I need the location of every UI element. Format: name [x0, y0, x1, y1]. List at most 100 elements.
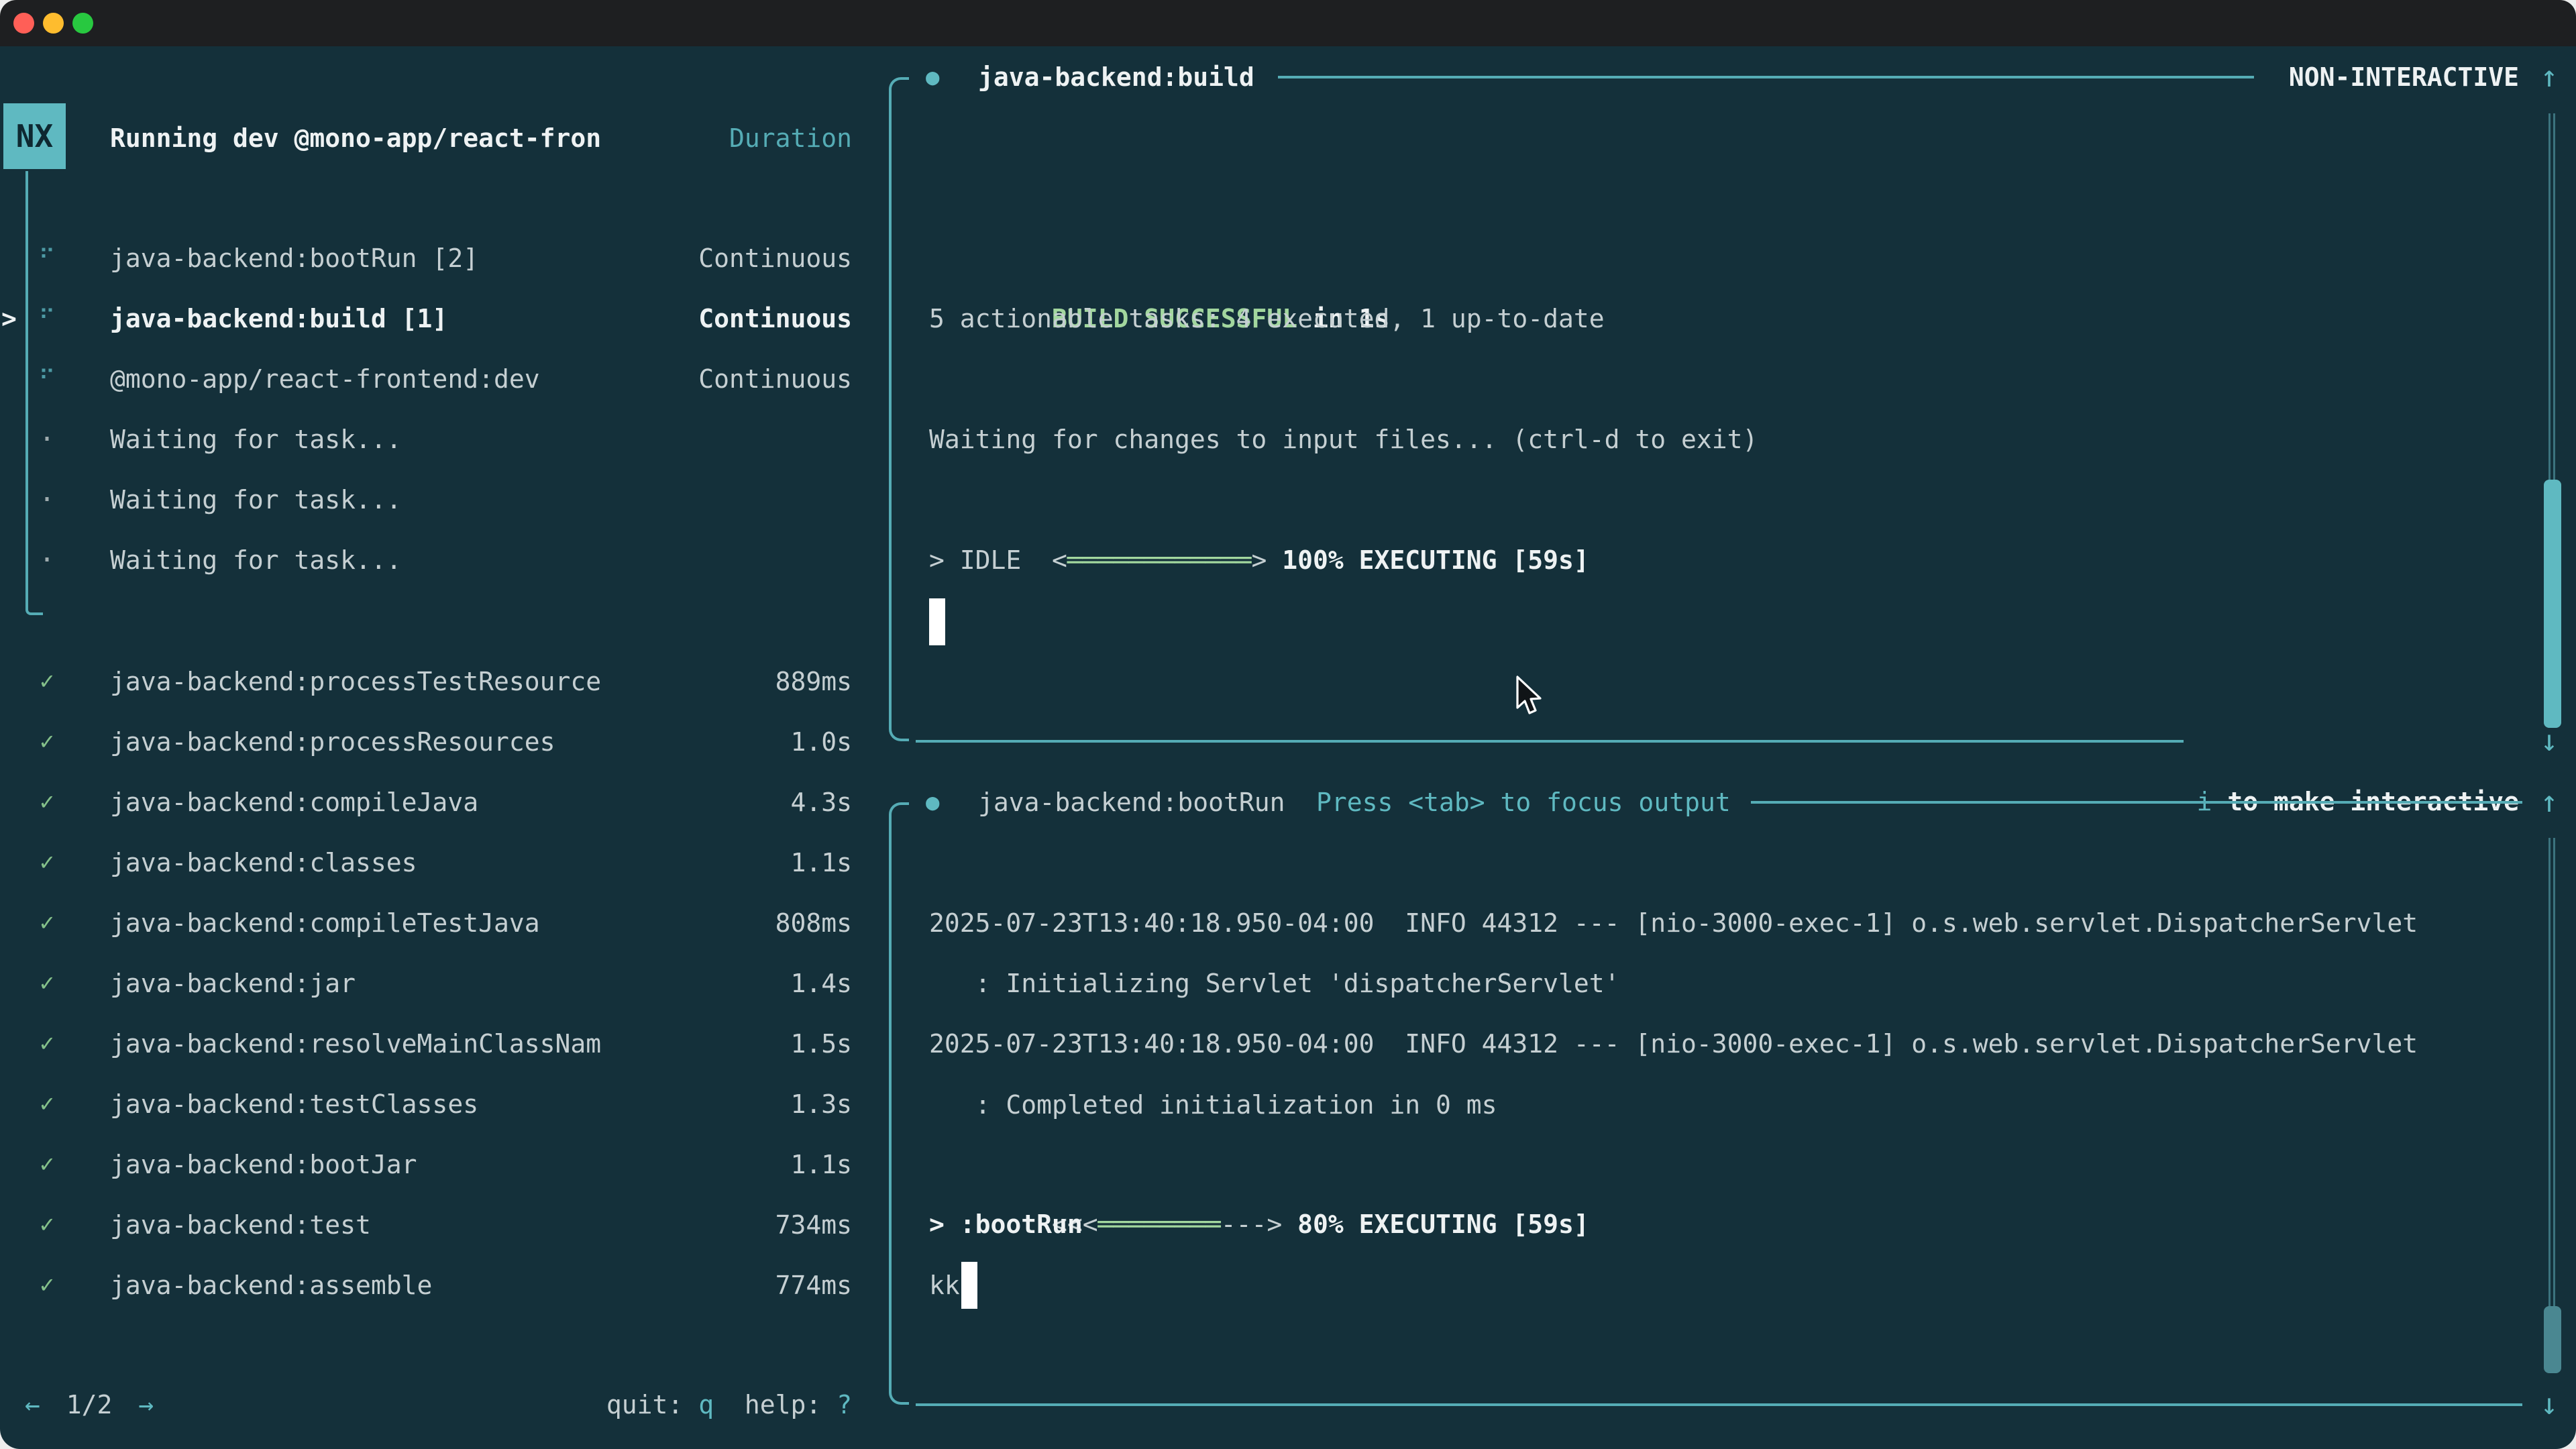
- task-sidebar: NX Running dev @mono-app/react-fron Dura…: [0, 46, 872, 1449]
- task-label: java-backend:compileJava: [110, 772, 478, 833]
- terminal-cursor: [929, 598, 945, 645]
- log-line: 2025-07-23T13:40:18.950-04:00 INFO 44312…: [929, 893, 2418, 953]
- task-duration: 774ms: [775, 1255, 852, 1316]
- task-duration: Continuous: [698, 349, 852, 409]
- task-duration: 1.3s: [790, 1074, 852, 1134]
- task-row[interactable]: ✓ java-backend:classes 1.1s: [0, 833, 872, 893]
- task-row[interactable]: ✓ java-backend:compileJava 4.3s: [0, 772, 872, 833]
- task-label: java-backend:resolveMainClassNam: [110, 1014, 601, 1074]
- quit-key: q: [698, 1375, 714, 1435]
- progress-cap-right: --->: [1221, 1210, 1283, 1239]
- run-command-title: Running dev @mono-app/react-fron: [110, 108, 729, 168]
- check-icon: ✓: [27, 1134, 67, 1195]
- task-label: java-backend:test: [110, 1195, 371, 1255]
- terminal-cursor: [961, 1262, 977, 1309]
- task-label: java-backend:processTestResource: [110, 651, 601, 712]
- check-icon: ✓: [27, 953, 67, 1014]
- progress-label: 80% EXECUTING [59s]: [1282, 1210, 1589, 1239]
- task-row[interactable]: ✓ java-backend:processResources 1.0s: [0, 712, 872, 772]
- task-duration: 1.5s: [790, 1014, 852, 1074]
- build-pane-footer-rule: [916, 740, 2184, 743]
- sidebar-header: Running dev @mono-app/react-fron Duratio…: [0, 108, 872, 168]
- task-duration: 889ms: [775, 651, 852, 712]
- task-label: java-backend:jar: [110, 953, 356, 1014]
- bootrun-scrollbar-track[interactable]: [2548, 838, 2555, 1368]
- task-row[interactable]: ✓ java-backend:processTestResource 889ms: [0, 651, 872, 712]
- task-row-selected[interactable]: ⠋ java-backend:build [1] Continuous: [0, 288, 872, 349]
- log-line: 2025-07-23T13:40:18.950-04:00 INFO 44312…: [929, 1014, 2418, 1074]
- progress-cap-left: <: [1052, 545, 1067, 575]
- task-label: java-backend:assemble: [110, 1255, 432, 1316]
- progress-fill: ════════════: [1067, 545, 1252, 575]
- focus-output-hint: Press <tab> to focus output: [1316, 772, 1731, 833]
- bootrun-pane-header-rule: [1751, 801, 2522, 804]
- quit-label: quit:: [606, 1375, 698, 1435]
- task-row[interactable]: ⠋ @mono-app/react-frontend:dev Continuou…: [0, 349, 872, 409]
- make-interactive-hint: i to make interactive: [2074, 711, 2519, 771]
- check-icon: ✓: [27, 651, 67, 712]
- task-duration: 1.1s: [790, 833, 852, 893]
- task-duration: Continuous: [698, 288, 852, 349]
- spinner-icon: ⠋: [27, 228, 67, 288]
- task-row[interactable]: ✓ java-backend:compileTestJava 808ms: [0, 893, 872, 953]
- task-duration: Continuous: [698, 228, 852, 288]
- task-row[interactable]: ✓ java-backend:bootJar 1.1s: [0, 1134, 872, 1195]
- running-task-list: ⠋ java-backend:bootRun [2] Continuous ⠋ …: [0, 228, 872, 590]
- scroll-up-icon[interactable]: ↑: [2526, 47, 2573, 107]
- task-row[interactable]: ✓ java-backend:assemble 774ms: [0, 1255, 872, 1316]
- titlebar: [0, 0, 2576, 46]
- gradle-progress-bar: <<<════════---> 80% EXECUTING [59s]: [929, 1134, 1589, 1194]
- check-icon: ✓: [27, 772, 67, 833]
- task-row[interactable]: ✓ java-backend:testClasses 1.3s: [0, 1074, 872, 1134]
- idle-prompt-line: > IDLE: [929, 530, 1021, 590]
- scroll-up-icon[interactable]: ↑: [2526, 772, 2573, 833]
- spinner-icon: ⠋: [27, 349, 67, 409]
- terminal-window: NX Running dev @mono-app/react-fron Dura…: [0, 0, 2576, 1449]
- build-pane-header-rule: [1278, 76, 2254, 78]
- scroll-down-icon[interactable]: ↓: [2526, 1375, 2573, 1435]
- build-scrollbar-thumb[interactable]: [2544, 480, 2561, 728]
- build-result-line: BUILD SUCCESSFUL in 1s: [929, 228, 1389, 288]
- maximize-button[interactable]: [72, 13, 93, 34]
- task-status-bullet: ●: [926, 47, 939, 107]
- close-button[interactable]: [13, 13, 34, 34]
- help-label: help:: [714, 1375, 837, 1435]
- task-label: Waiting for task...: [110, 530, 402, 590]
- user-input-text[interactable]: kk: [929, 1255, 960, 1316]
- task-label: @mono-app/react-frontend:dev: [110, 349, 540, 409]
- check-icon: ✓: [27, 833, 67, 893]
- progress-cap-right: >: [1251, 545, 1267, 575]
- waiting-dot-icon: ·: [27, 409, 67, 470]
- completed-task-list: ✓ java-backend:processTestResource 889ms…: [0, 651, 872, 1316]
- check-icon: ✓: [27, 893, 67, 953]
- bootrun-pane-border: [889, 802, 909, 1405]
- bootrun-scrollbar-thumb[interactable]: [2544, 1306, 2561, 1373]
- check-icon: ✓: [27, 1014, 67, 1074]
- help-bar: quit: q help: ?: [0, 1375, 852, 1435]
- check-icon: ✓: [27, 1255, 67, 1316]
- waiting-dot-icon: ·: [27, 470, 67, 530]
- task-status-bullet: ●: [926, 772, 939, 833]
- duration-column-header: Duration: [729, 108, 852, 168]
- tasks-summary-line: 5 actionable tasks: 4 executed, 1 up-to-…: [929, 288, 1605, 349]
- task-row[interactable]: ✓ java-backend:resolveMainClassNam 1.5s: [0, 1014, 872, 1074]
- bootrun-pane-title: java-backend:bootRun: [978, 772, 1285, 833]
- task-row-waiting: · Waiting for task...: [0, 530, 872, 590]
- task-duration: 1.1s: [790, 1134, 852, 1195]
- task-duration: 734ms: [775, 1195, 852, 1255]
- task-row-waiting: · Waiting for task...: [0, 470, 872, 530]
- mouse-cursor: [1513, 676, 1548, 721]
- waiting-dot-icon: ·: [27, 530, 67, 590]
- waiting-for-changes-line: Waiting for changes to input files... (c…: [929, 409, 1758, 470]
- task-row[interactable]: ✓ java-backend:jar 1.4s: [0, 953, 872, 1014]
- check-icon: ✓: [27, 1074, 67, 1134]
- help-key: ?: [837, 1375, 852, 1435]
- task-label: java-backend:bootRun [2]: [110, 228, 478, 288]
- minimize-button[interactable]: [43, 13, 64, 34]
- task-label: java-backend:processResources: [110, 712, 555, 772]
- check-icon: ✓: [27, 712, 67, 772]
- task-row[interactable]: ⠋ java-backend:bootRun [2] Continuous: [0, 228, 872, 288]
- task-row-waiting: · Waiting for task...: [0, 409, 872, 470]
- bootrun-pane-footer-rule: [916, 1403, 2522, 1406]
- task-row[interactable]: ✓ java-backend:test 734ms: [0, 1195, 872, 1255]
